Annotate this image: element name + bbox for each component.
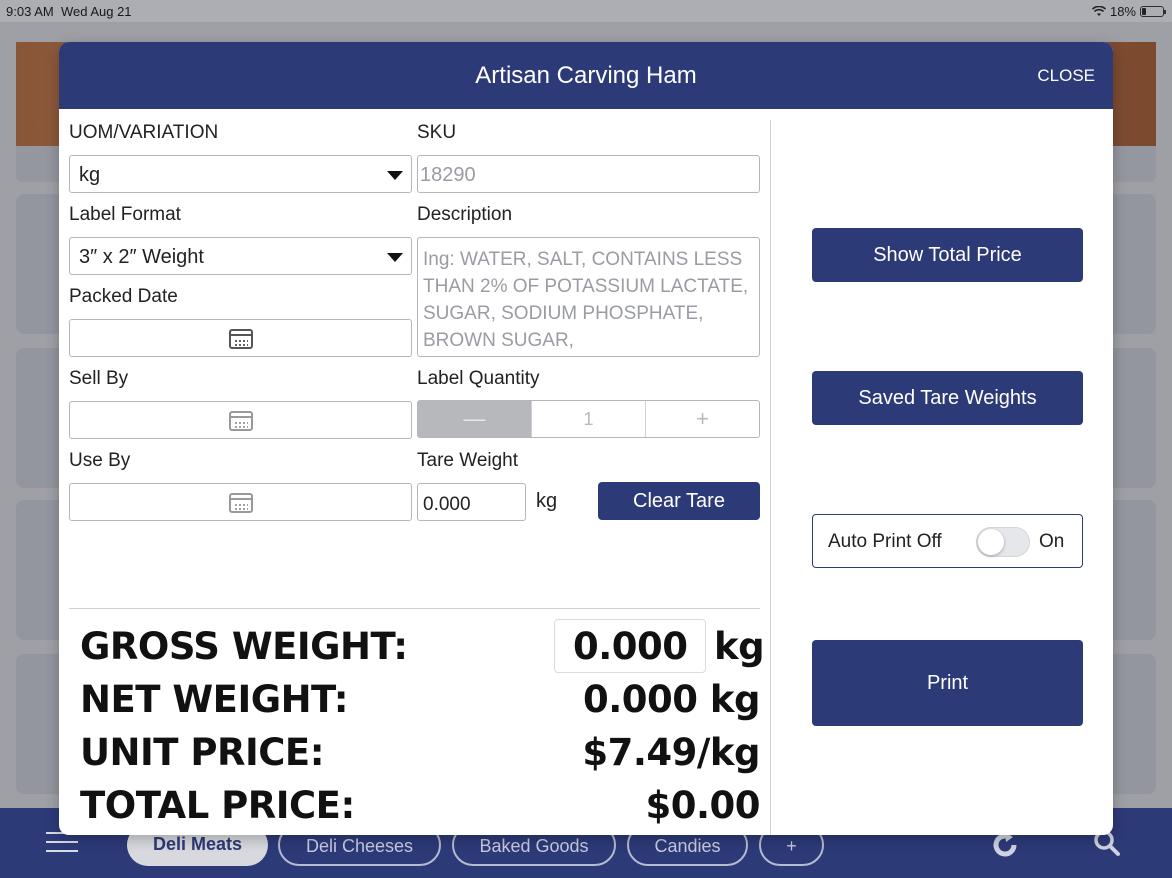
uom-select[interactable]: kg <box>69 155 412 193</box>
sku-label: SKU <box>417 122 457 143</box>
uom-label: UOM/VARIATION <box>69 122 219 143</box>
unit-price-label: UNIT PRICE: <box>80 731 325 774</box>
totals-divider <box>69 608 760 609</box>
uom-value: kg <box>79 164 101 186</box>
print-button[interactable]: Print <box>812 640 1083 726</box>
auto-print-switch[interactable] <box>976 527 1030 557</box>
label-format-label: Label Format <box>69 204 181 225</box>
description-field[interactable]: Ing: WATER, SALT, CONTAINS LESS THAN 2% … <box>417 237 760 357</box>
auto-print-on-label: On <box>1039 531 1065 552</box>
sku-value: 18290 <box>420 164 476 186</box>
net-weight-label: NET WEIGHT: <box>80 678 349 721</box>
net-weight-value: 0.000 kg <box>582 678 761 721</box>
column-divider <box>770 120 771 835</box>
chevron-down-icon <box>387 171 403 180</box>
switch-knob <box>978 529 1004 555</box>
calendar-icon <box>228 411 253 431</box>
close-button[interactable]: CLOSE <box>1037 42 1095 109</box>
calendar-icon <box>228 493 253 513</box>
use-by-label: Use By <box>69 450 131 471</box>
packed-date-field[interactable] <box>69 319 412 357</box>
decrement-button[interactable]: — <box>418 401 531 437</box>
packed-date-label: Packed Date <box>69 286 178 307</box>
total-price-label: TOTAL PRICE: <box>80 784 355 827</box>
use-by-field[interactable] <box>69 483 412 521</box>
saved-tare-weights-button[interactable]: Saved Tare Weights <box>812 371 1083 425</box>
sell-by-label: Sell By <box>69 368 129 389</box>
show-total-price-button[interactable]: Show Total Price <box>812 228 1083 282</box>
increment-button[interactable]: + <box>646 401 759 437</box>
tare-weight-value: 0.000 <box>423 494 471 515</box>
description-label: Description <box>417 204 513 225</box>
auto-print-toggle-group: Auto Print Off On <box>812 514 1083 568</box>
tare-weight-input[interactable]: 0.000 <box>417 483 526 521</box>
label-format-select[interactable]: 3″ x 2″ Weight <box>69 237 412 275</box>
product-label-modal: Artisan Carving Ham CLOSE UOM/VARIATION … <box>59 42 1113 835</box>
menu-icon[interactable] <box>46 832 78 854</box>
label-quantity-label: Label Quantity <box>417 368 540 389</box>
total-price-value: $0.00 <box>645 784 760 827</box>
tare-weight-unit: kg <box>536 490 558 512</box>
tare-weight-label: Tare Weight <box>417 450 519 471</box>
calendar-icon <box>228 329 253 349</box>
unit-price-value: $7.49/kg <box>582 731 760 774</box>
label-quantity-stepper: — 1 + <box>417 400 760 438</box>
sell-by-field[interactable] <box>69 401 412 439</box>
modal-header: Artisan Carving Ham CLOSE <box>59 42 1113 109</box>
auto-print-off-label: Auto Print Off <box>828 531 942 552</box>
gross-weight-value: 0.000 <box>573 625 688 668</box>
modal-title: Artisan Carving Ham <box>475 62 697 89</box>
label-format-value: 3″ x 2″ Weight <box>79 246 204 268</box>
clear-tare-button[interactable]: Clear Tare <box>598 482 760 520</box>
chevron-down-icon <box>387 253 403 262</box>
gross-weight-label: GROSS WEIGHT: <box>80 625 408 668</box>
gross-weight-unit: kg <box>714 625 765 668</box>
sku-field: 18290 <box>417 155 760 193</box>
label-quantity-value[interactable]: 1 <box>531 401 646 437</box>
